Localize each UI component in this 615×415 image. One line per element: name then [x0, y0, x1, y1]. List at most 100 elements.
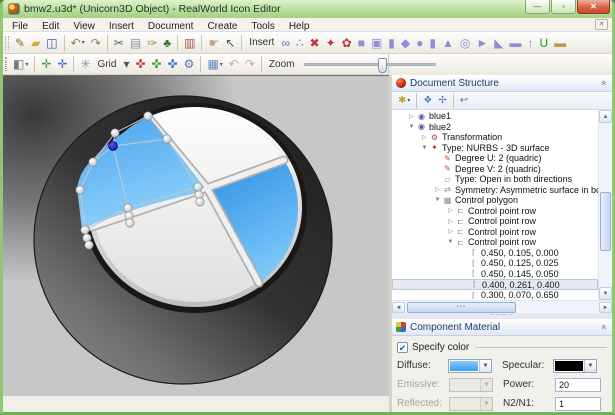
tree-item[interactable]: ▷⊏Control point row — [392, 206, 598, 217]
tree-expander-icon[interactable]: ▷ — [407, 113, 416, 120]
control-point[interactable] — [76, 186, 84, 194]
insert-cone-side-button[interactable]: ► — [474, 34, 490, 52]
zoom-slider-track[interactable] — [304, 63, 436, 66]
hand-tool-button[interactable]: ☛ — [206, 34, 221, 52]
document-tree[interactable]: ▷◉blue1▼◉blue2▷⚙Transformation▼✦Type: NU… — [392, 110, 598, 300]
insert-disc-button[interactable]: ▬ — [508, 34, 524, 52]
control-point[interactable] — [81, 226, 89, 234]
tree-expander-icon[interactable]: ▷ — [446, 218, 455, 225]
document-structure-header[interactable]: Document Structure » — [392, 75, 612, 92]
tree-item[interactable]: ▼◉blue2 — [392, 122, 598, 133]
tree-expander-icon[interactable]: ▼ — [407, 124, 416, 130]
maximize-button[interactable]: ▫ — [551, 0, 576, 14]
tree-item[interactable]: ▷⊏Control point row — [392, 227, 598, 238]
3d-scene[interactable] — [3, 76, 389, 396]
tree-view-mode-button[interactable]: ✱▾ — [396, 92, 412, 110]
tree-expander-icon[interactable]: ▷ — [433, 186, 442, 193]
control-point[interactable] — [196, 198, 204, 206]
snap-y-button[interactable]: ✜ — [150, 55, 164, 73]
insert-spike-button[interactable]: ✦ — [324, 34, 338, 52]
tree-item[interactable]: ▷◉blue1 — [392, 111, 598, 122]
insert-spheres-button[interactable]: ∴ — [294, 34, 306, 52]
menu-item-edit[interactable]: Edit — [35, 21, 66, 32]
scroll-up-icon[interactable]: ▲ — [599, 110, 612, 123]
snap-z-button[interactable]: ✜ — [166, 55, 180, 73]
copy-button[interactable]: ▤ — [128, 34, 143, 52]
tree-item[interactable]: ▼⊏Control point row — [392, 237, 598, 248]
tree-item[interactable]: ✎Degree V: 2 (quadric) — [392, 164, 598, 175]
insert-knot-button[interactable]: ∞ — [279, 34, 292, 52]
control-point[interactable] — [194, 183, 202, 191]
settings-button[interactable]: ⚙ — [182, 55, 197, 73]
insert-wedge-button[interactable]: ◣ — [492, 34, 505, 52]
tree-expander-icon[interactable]: ▼ — [446, 239, 455, 245]
add-item-button[interactable]: ❖ — [421, 92, 434, 110]
control-point[interactable] — [111, 129, 119, 137]
insert-tube-button[interactable]: ▮ — [427, 34, 438, 52]
menu-item-view[interactable]: View — [66, 21, 102, 32]
insert-cube-button[interactable]: ■ — [356, 34, 367, 52]
tree-item[interactable]: ▷⇄Symmetry: Asymmetric surface in both d… — [392, 185, 598, 196]
minimize-button[interactable]: — — [525, 0, 550, 14]
tree-item[interactable]: ▷⚙Transformation — [392, 132, 598, 143]
insert-drop-button[interactable]: ◆ — [399, 34, 412, 52]
3d-viewport[interactable] — [3, 75, 389, 395]
scrollbar-track[interactable] — [599, 123, 612, 287]
layers-button[interactable]: ▥ — [182, 34, 197, 52]
image-button[interactable]: ♣ — [161, 34, 173, 52]
open-document-button[interactable]: ▰ — [29, 34, 42, 52]
tree-item[interactable]: ✎Degree U: 2 (quadric) — [392, 153, 598, 164]
diffuse-color-dropdown[interactable]: ▼ — [448, 359, 492, 373]
tree-expander-icon[interactable]: ▼ — [420, 145, 429, 151]
control-point[interactable] — [126, 219, 134, 227]
tree-item[interactable]: ▷⊏Control point row — [392, 216, 598, 227]
tree-item[interactable]: ▼✦Type: NURBS - 3D surface — [392, 143, 598, 154]
tree-vertical-scrollbar[interactable]: ▲ ▼ — [598, 110, 612, 300]
redo-button[interactable]: ↷ — [89, 34, 103, 52]
scrollbar-track[interactable]: ▪▪▪ — [405, 302, 599, 313]
menu-item-document[interactable]: Document — [141, 21, 201, 32]
collapse-panel-icon[interactable]: » — [598, 78, 608, 88]
tree-expander-icon[interactable]: ▷ — [420, 134, 429, 141]
toolbar-grip[interactable] — [5, 57, 7, 71]
view-mode-button[interactable]: ◧▾ — [11, 55, 30, 73]
zoom-slider-thumb[interactable] — [378, 58, 387, 73]
insert-rounded-cube-button[interactable]: ▣ — [369, 34, 384, 52]
tree-item[interactable]: ⌈0.400, 0.261, 0.400 — [392, 279, 598, 290]
grid-toggle-button[interactable]: ✳ — [78, 55, 92, 73]
scrollbar-thumb[interactable] — [600, 192, 611, 251]
save-document-button[interactable]: ◫ — [44, 34, 59, 52]
insert-cylinder-button[interactable]: ▮ — [386, 34, 397, 52]
toolbar-grip[interactable] — [5, 36, 9, 50]
tree-item[interactable]: ⌈0.450, 0.105, 0.000 — [392, 248, 598, 259]
cut-button[interactable]: ✂ — [112, 34, 126, 52]
tree-item[interactable]: ▱Type: Open in both directions — [392, 174, 598, 185]
control-point[interactable] — [144, 112, 152, 120]
insert-text-button[interactable]: U — [538, 34, 551, 52]
scroll-right-icon[interactable]: ► — [599, 302, 612, 313]
brush-button[interactable]: ✑ — [145, 34, 159, 52]
power-input[interactable] — [555, 378, 601, 392]
component-material-header[interactable]: Component Material » — [392, 319, 612, 336]
control-point[interactable] — [124, 204, 132, 212]
menu-item-file[interactable]: File — [5, 21, 35, 32]
select-tool-button[interactable]: ↖ — [223, 34, 237, 52]
insert-cross-button[interactable]: ✖ — [308, 34, 322, 52]
collapse-panel-icon[interactable]: » — [598, 322, 608, 332]
tree-expander-icon[interactable]: ▷ — [446, 228, 455, 235]
specify-color-checkbox[interactable]: ✔ — [397, 342, 408, 353]
insert-sphere-button[interactable]: ● — [414, 34, 425, 52]
tree-horizontal-scrollbar[interactable]: ◄ ▪▪▪ ► — [392, 300, 612, 313]
insert-spindle-button[interactable]: ↑ — [526, 34, 536, 52]
menu-item-help[interactable]: Help — [282, 21, 317, 32]
new-document-button[interactable]: ✎ — [13, 34, 27, 52]
specular-color-dropdown[interactable]: ▼ — [553, 359, 597, 373]
menubar-close-icon[interactable]: ✕ — [595, 19, 608, 30]
insert-torus-button[interactable]: ◎ — [458, 34, 472, 52]
tree-expander-icon[interactable]: ▼ — [433, 197, 442, 203]
tree-expander-icon[interactable]: ▷ — [446, 207, 455, 214]
n2n1-input[interactable] — [555, 397, 601, 411]
tree-item[interactable]: ▼▦Control polygon — [392, 195, 598, 206]
scroll-left-icon[interactable]: ◄ — [392, 302, 405, 313]
axis-y-button[interactable]: ✛ — [39, 55, 53, 73]
